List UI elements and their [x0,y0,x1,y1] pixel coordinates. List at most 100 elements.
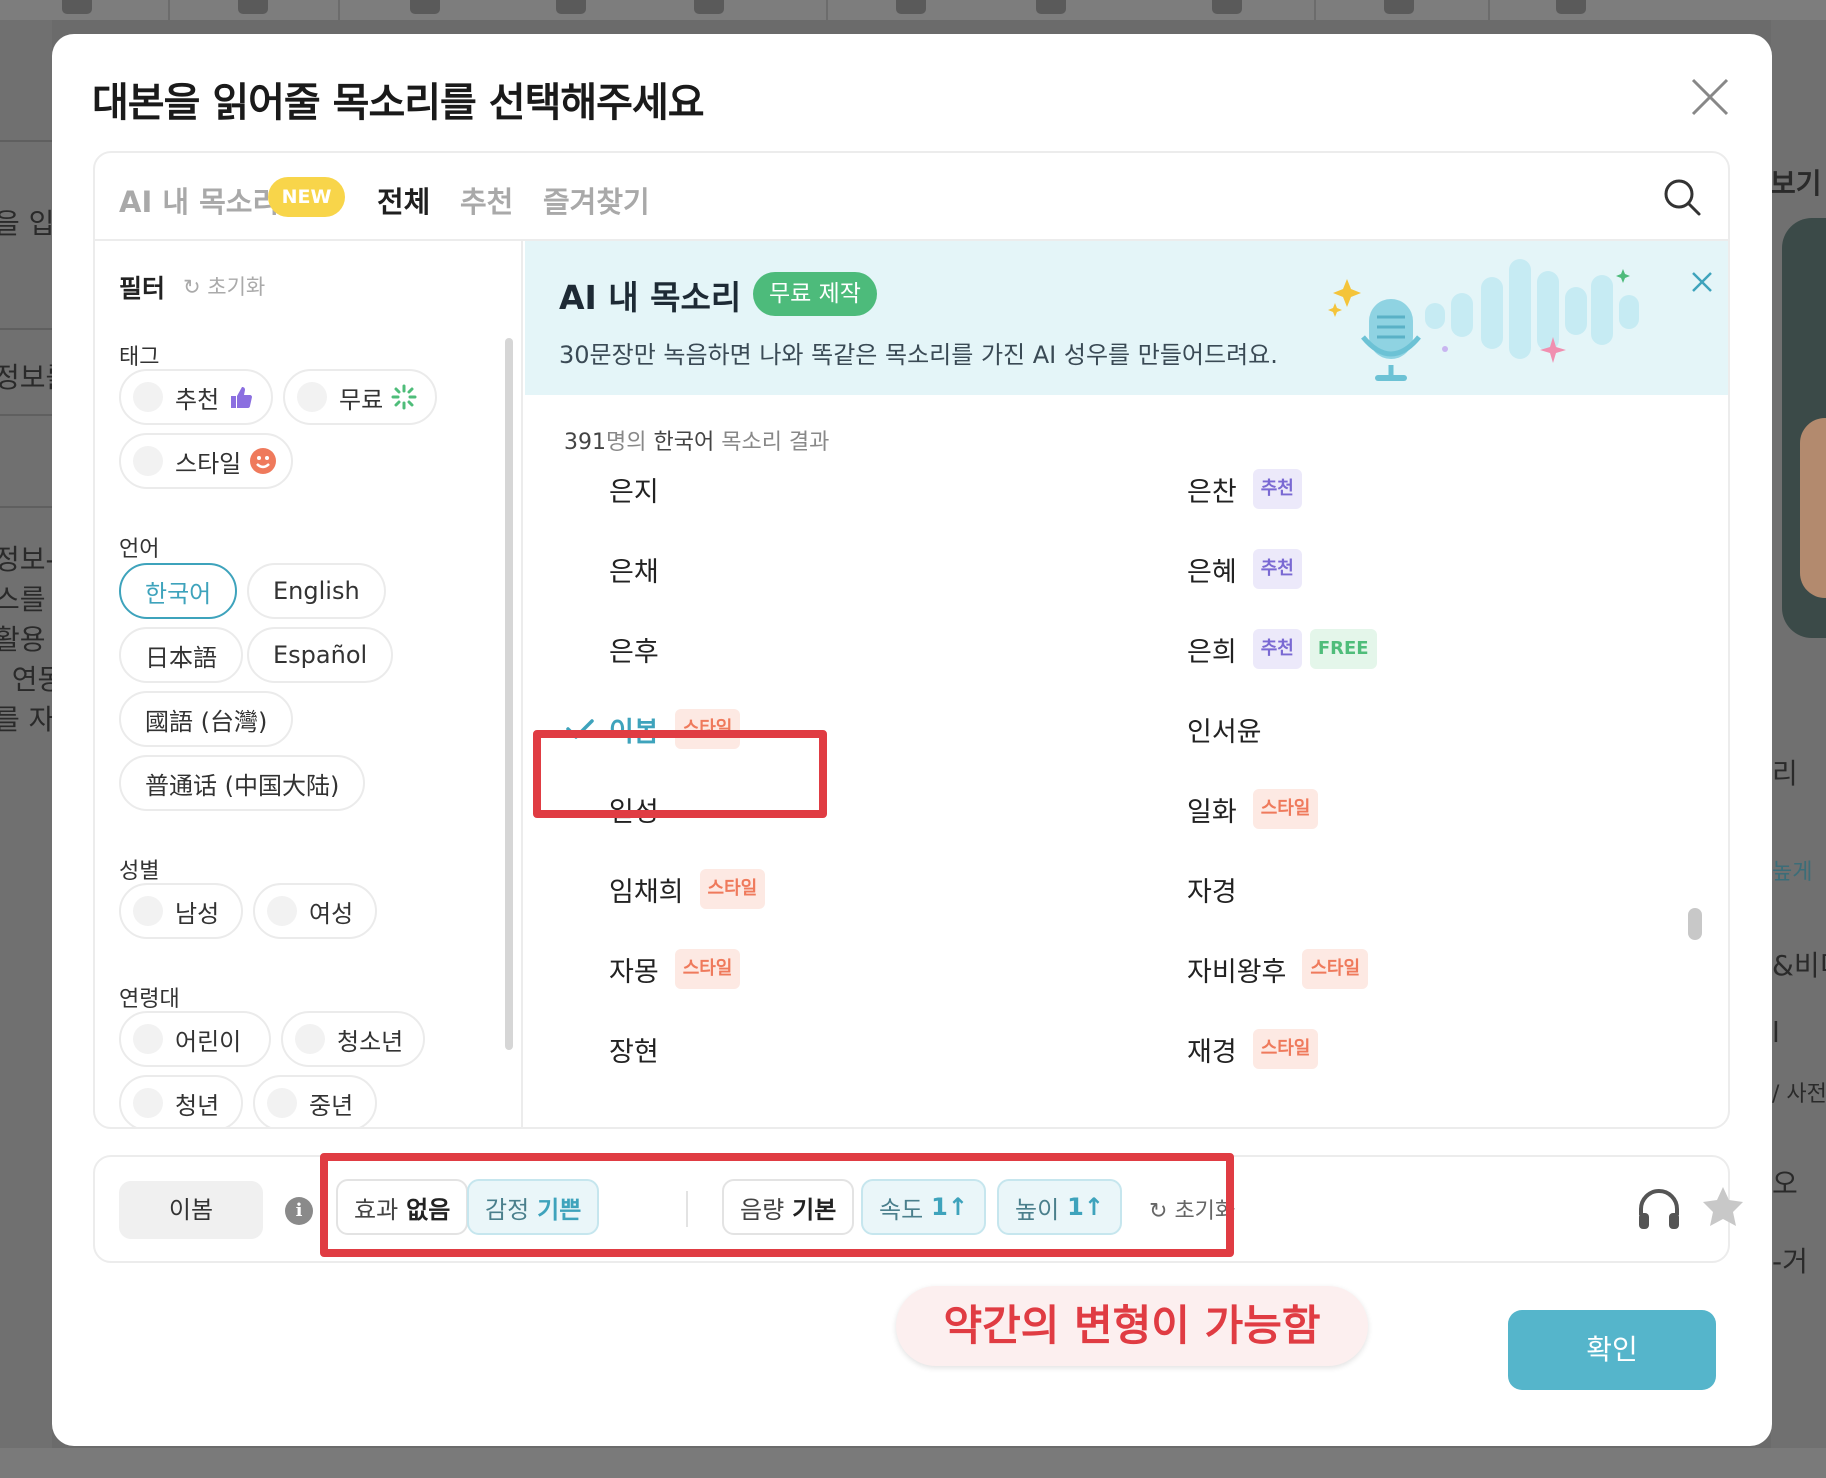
toolbar-divider [168,0,170,20]
voice-item[interactable]: 재경 스타일 [1187,1024,1319,1074]
promo-badge: 무료 제작 [753,272,877,316]
chip-radio [297,382,327,412]
background-text: 오 [1772,1167,1798,1200]
background-text: 활용 [0,623,46,656]
toolbar-icon [1036,0,1066,14]
tag-chip-free[interactable]: 무료 [283,369,437,425]
language-chip-taiwanese[interactable]: 國語 (台灣) [119,691,294,747]
voice-list-scrollbar[interactable] [1688,908,1702,940]
close-icon[interactable] [1687,267,1717,297]
smile-icon [249,447,277,475]
reset-icon: ↻ [183,275,201,299]
result-count-text: 명의 [606,430,654,455]
star-icon[interactable] [1699,1183,1747,1231]
background-photo [1782,218,1826,638]
background-text: 을 입 [0,207,55,240]
promo-title: AI 내 목소리 [559,278,742,317]
toolbar-icon [238,0,268,14]
chip-radio [133,382,163,412]
filter-title: 필터 [119,274,166,303]
age-chip-teen[interactable]: 청소년 [281,1011,425,1067]
result-count-number: 391 [564,430,606,455]
toolbar-icon [1212,0,1242,14]
style-tag: 스타일 [674,949,741,989]
tab-recommended[interactable]: 추천 [460,179,513,221]
age-chip-child[interactable]: 어린이 [119,1011,271,1067]
chip-label: 추천 [175,385,220,414]
tab-favorites[interactable]: 즐겨찾기 [543,179,650,221]
language-chip-japanese[interactable]: 日本語 [119,627,243,683]
recommended-tag: 추천 [1252,629,1302,669]
result-count-text: 목소리 결과 [714,430,830,455]
language-group-label: 언어 [119,537,160,562]
chip-label: 여성 [309,899,354,928]
style-tag: 스타일 [1302,949,1369,989]
selected-voice-chip[interactable]: 이봄 [119,1181,263,1239]
chip-label: 스타일 [175,449,242,478]
voice-item[interactable]: 은희 추천 FREE [1187,624,1377,674]
voice-item[interactable]: 자경 [1187,864,1237,914]
voice-name: 자몽 [609,956,659,988]
info-icon[interactable]: i [285,1197,313,1225]
voice-name: 자경 [1187,876,1237,908]
language-chip-mandarin[interactable]: 普通话 (中国大陆) [119,755,366,811]
background-text: -거 [1772,1245,1808,1278]
result-count: 391명의 한국어 목소리 결과 [564,424,829,456]
download-icon [410,0,440,14]
voice-item[interactable]: 자비왕후 스타일 [1187,944,1369,994]
voice-item[interactable]: 인서윤 [1187,704,1262,754]
link-icon [1384,0,1414,14]
recommended-tag: 추천 [1252,469,1302,509]
divider [0,140,52,142]
voice-item[interactable]: 자몽 스타일 [609,944,741,994]
voice-item[interactable]: 일화 스타일 [1187,784,1319,834]
voice-item[interactable]: 은후 [609,624,659,674]
divider [0,414,52,416]
language-chip-korean[interactable]: 한국어 [119,563,238,619]
voice-item[interactable]: 임채희 스타일 [609,864,766,914]
style-tag: 스타일 [1252,789,1319,829]
style-tag: 스타일 [1252,1029,1319,1069]
chip-label: 중년 [309,1091,354,1120]
tab-ai-my-voice[interactable]: AI 내 목소리 [119,179,279,221]
chip-label: 어린이 [175,1027,242,1056]
filter-sidebar: 필터 ↻ 초기화 태그 추천 무료 스타일 언어 한국어 English 日本語… [95,241,523,1127]
toolbar-icon [62,0,92,14]
search-icon[interactable] [1662,177,1702,217]
chip-label: 남성 [175,899,220,928]
divider [0,506,52,508]
tag-chip-style[interactable]: 스타일 [119,433,293,489]
headphones-icon[interactable] [1635,1185,1683,1233]
gender-chip-female[interactable]: 여성 [253,883,377,939]
divider [0,328,52,330]
voice-name: 장현 [609,1036,659,1068]
gender-group-label: 성별 [119,859,160,884]
age-group-label: 연령대 [119,987,180,1012]
voice-name: 은지 [609,476,659,508]
language-chip-spanish[interactable]: Español [247,627,394,683]
voice-item[interactable]: 장현 [609,1024,659,1074]
filter-scrollbar[interactable] [505,338,513,1050]
voice-item[interactable]: 은혜 추천 [1187,544,1302,594]
recommended-tag: 추천 [1252,549,1302,589]
age-chip-young-adult[interactable]: 청년 [119,1075,243,1127]
voice-item[interactable]: 은지 [609,464,659,514]
voice-item[interactable]: 은찬 추천 [1187,464,1302,514]
tag-chip-recommended[interactable]: 추천 [119,369,273,425]
confirm-button[interactable]: 확인 [1508,1310,1716,1390]
ai-voice-promo-banner[interactable]: AI 내 목소리 무료 제작 30문장만 녹음하면 나와 똑같은 목소리를 가진… [525,241,1728,395]
sparkle-icon [391,384,417,410]
language-chip-english[interactable]: English [247,563,386,619]
background-text: 높게 [1772,860,1813,885]
cloud-icon [694,0,724,14]
gender-chip-male[interactable]: 남성 [119,883,243,939]
close-icon[interactable] [1685,72,1735,122]
voice-name: 은채 [609,556,659,588]
age-chip-middle-aged[interactable]: 중년 [253,1075,377,1127]
voice-name: 은혜 [1187,556,1237,588]
voice-item[interactable]: 은채 [609,544,659,594]
chip-radio [133,1088,163,1118]
background-text: / 사전 [1772,1082,1826,1107]
tab-all[interactable]: 전체 [377,179,430,221]
filter-reset-button[interactable]: ↻ 초기화 [183,271,265,301]
